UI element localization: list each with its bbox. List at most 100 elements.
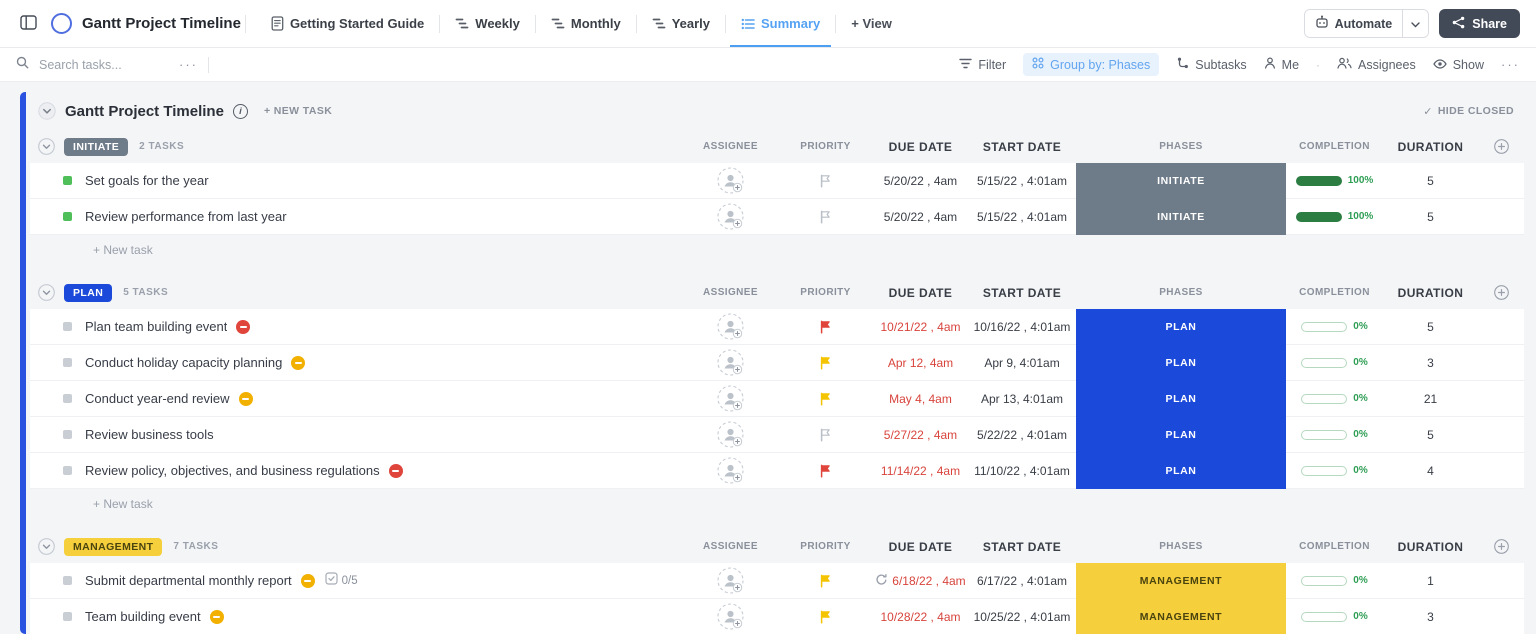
on-hold-icon[interactable] [209, 609, 224, 624]
group-collapse-icon[interactable] [38, 538, 55, 555]
column-header-phases[interactable]: PHASES [1076, 287, 1286, 298]
share-button[interactable]: Share [1439, 9, 1520, 38]
add-assignee-button[interactable] [717, 421, 744, 448]
search-input[interactable] [39, 57, 169, 72]
task-status-icon[interactable] [63, 176, 72, 185]
due-date[interactable]: 11/14/22 , 4am [881, 464, 960, 478]
task-row[interactable]: Review performance from last year 5/20/22… [30, 199, 1524, 235]
column-header-due-date[interactable]: DUE DATE [873, 286, 968, 300]
subtasks-button[interactable]: Subtasks [1176, 57, 1247, 72]
task-row[interactable]: Set goals for the year 5/20/22 , 4am 5/15/… [30, 163, 1524, 199]
column-header-assignee[interactable]: ASSIGNEE [683, 287, 778, 298]
phase-cell[interactable]: INITIATE [1076, 163, 1286, 198]
add-column-icon[interactable] [1493, 139, 1509, 154]
task-name[interactable]: Plan team building event [85, 319, 227, 334]
phase-cell[interactable]: MANAGEMENT [1076, 599, 1286, 634]
due-date[interactable]: May 4, 4am [889, 392, 952, 406]
tab-yearly[interactable]: Yearly [641, 0, 721, 47]
hide-closed-toggle[interactable]: ✓ HIDE CLOSED [1423, 105, 1514, 118]
new-task-button[interactable]: + NEW TASK [264, 105, 332, 117]
add-task-button[interactable]: + New task [30, 235, 1524, 265]
priority-flag-icon[interactable] [819, 210, 832, 224]
column-header-start-date[interactable]: START DATE [968, 140, 1076, 154]
add-assignee-button[interactable] [717, 567, 744, 594]
group-badge[interactable]: PLAN [64, 283, 113, 302]
column-header-priority[interactable]: PRIORITY [778, 287, 873, 298]
due-date[interactable]: 6/18/22 , 4am [892, 574, 965, 588]
phase-cell[interactable]: PLAN [1076, 381, 1286, 416]
priority-flag-icon[interactable] [819, 320, 832, 334]
priority-flag-icon[interactable] [819, 610, 832, 624]
add-view-button[interactable]: + View [840, 0, 903, 47]
group-collapse-icon[interactable] [38, 284, 55, 301]
column-header-start-date[interactable]: START DATE [968, 540, 1076, 554]
column-header-phases[interactable]: PHASES [1076, 541, 1286, 552]
due-date[interactable]: Apr 12, 4am [888, 356, 953, 370]
due-date[interactable]: 5/20/22 , 4am [884, 210, 957, 224]
add-task-button[interactable]: + New task [30, 489, 1524, 519]
phase-cell[interactable]: PLAN [1076, 453, 1286, 488]
start-date[interactable]: 5/15/22 , 4:01am [977, 210, 1067, 224]
blocked-icon[interactable] [236, 319, 251, 334]
task-row[interactable]: Submit departmental monthly report 0/5 6/1… [30, 563, 1524, 599]
phase-cell[interactable]: MANAGEMENT [1076, 563, 1286, 598]
filter-button[interactable]: Filter [959, 58, 1006, 72]
add-assignee-button[interactable] [717, 603, 744, 630]
add-assignee-button[interactable] [717, 385, 744, 412]
task-name[interactable]: Conduct holiday capacity planning [85, 355, 282, 370]
column-header-due-date[interactable]: DUE DATE [873, 540, 968, 554]
column-header-phases[interactable]: PHASES [1076, 141, 1286, 152]
due-date[interactable]: 10/21/22 , 4am [880, 320, 960, 334]
task-row[interactable]: Review business tools 5/27/22 , 4am 5/22/2… [30, 417, 1524, 453]
task-row[interactable]: Conduct year-end review May 4, 4am Apr 13,… [30, 381, 1524, 417]
phase-cell[interactable]: INITIATE [1076, 199, 1286, 234]
automate-button[interactable]: Automate [1304, 10, 1403, 37]
on-hold-icon[interactable] [238, 391, 253, 406]
column-header-duration[interactable]: DURATION [1383, 140, 1478, 154]
priority-flag-icon[interactable] [819, 574, 832, 588]
task-status-icon[interactable] [63, 430, 72, 439]
column-header-duration[interactable]: DURATION [1383, 286, 1478, 300]
task-status-icon[interactable] [63, 212, 72, 221]
task-status-icon[interactable] [63, 466, 72, 475]
sidebar-toggle-button[interactable] [16, 0, 41, 47]
start-date[interactable]: 11/10/22 , 4:01am [974, 464, 1070, 478]
add-assignee-button[interactable] [717, 203, 744, 230]
add-assignee-button[interactable] [717, 349, 744, 376]
task-name[interactable]: Submit departmental monthly report [85, 573, 292, 588]
phase-cell[interactable]: PLAN [1076, 417, 1286, 452]
group-badge[interactable]: INITIATE [64, 137, 129, 156]
column-header-duration[interactable]: DURATION [1383, 540, 1478, 554]
column-header-completion[interactable]: COMPLETION [1286, 141, 1383, 152]
phase-cell[interactable]: PLAN [1076, 309, 1286, 344]
priority-flag-icon[interactable] [819, 392, 832, 406]
task-name[interactable]: Set goals for the year [85, 173, 209, 188]
group-by-button[interactable]: Group by: Phases [1023, 53, 1160, 76]
priority-flag-icon[interactable] [819, 174, 832, 188]
task-name[interactable]: Review business tools [85, 427, 214, 442]
task-row[interactable]: Team building event 10/28/22 , 4am 10/25/2… [30, 599, 1524, 634]
start-date[interactable]: 5/15/22 , 4:01am [977, 174, 1067, 188]
column-header-priority[interactable]: PRIORITY [778, 141, 873, 152]
tab-weekly[interactable]: Weekly [444, 0, 531, 47]
search-more-button[interactable]: ··· [179, 57, 198, 72]
start-date[interactable]: 6/17/22 , 4:01am [977, 574, 1067, 588]
group-collapse-icon[interactable] [38, 138, 55, 155]
column-header-priority[interactable]: PRIORITY [778, 541, 873, 552]
group-badge[interactable]: MANAGEMENT [64, 537, 163, 556]
checklist-indicator[interactable]: 0/5 [325, 571, 358, 590]
me-button[interactable]: Me [1264, 57, 1299, 72]
add-column-icon[interactable] [1493, 285, 1509, 300]
task-row[interactable]: Conduct holiday capacity planning Apr 12,… [30, 345, 1524, 381]
task-row[interactable]: Review policy, objectives, and business … [30, 453, 1524, 489]
tab-monthly[interactable]: Monthly [540, 0, 632, 47]
tab-summary[interactable]: Summary [730, 0, 831, 47]
start-date[interactable]: 10/16/22 , 4:01am [974, 320, 1071, 334]
phase-cell[interactable]: PLAN [1076, 345, 1286, 380]
task-status-icon[interactable] [63, 612, 72, 621]
toolbar-more-button[interactable]: ··· [1501, 57, 1520, 72]
due-date[interactable]: 5/20/22 , 4am [884, 174, 957, 188]
add-assignee-button[interactable] [717, 167, 744, 194]
priority-flag-icon[interactable] [819, 356, 832, 370]
space-avatar[interactable] [51, 13, 72, 34]
